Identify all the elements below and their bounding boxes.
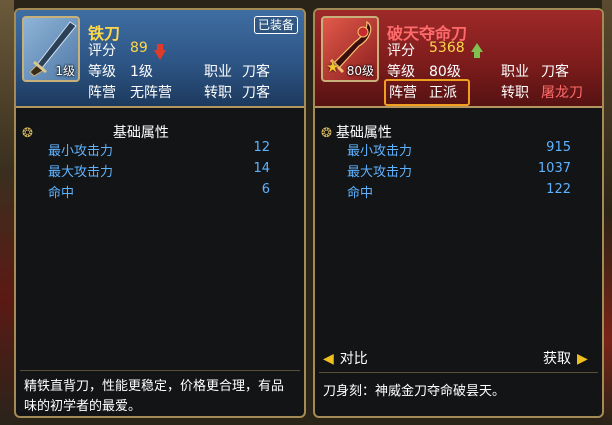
score-up-arrow-icon [471,43,483,58]
level-value: 80级 [429,64,461,80]
job-value: 屠龙刀 [541,85,583,101]
description-box: 刀身刻：神威金刀夺命破昙天。 [319,376,598,416]
level-value: 1级 [130,64,153,80]
attr-value-hit: 122 [546,182,571,197]
item-icon-iron-blade[interactable]: 1级 [22,16,80,82]
item-level-tag: 1级 [55,64,75,78]
attr-label-min-attack: 最小攻击力 [48,144,114,159]
faction-label: 阵营 [88,85,116,101]
swirl-ornament-icon: ❂ [321,126,332,141]
class-label: 职业 [204,64,232,80]
description-box: 精铁直背刀，性能更稳定，价格更合理，有品味的初学者的最爱。 [20,370,300,415]
nav-divider [319,372,598,373]
swirl-ornament-icon: ❂ [22,126,33,141]
equipped-item-card: 1级 铁刀 已装备 评分 89 等级 1级 职业 刀客 阵营 无阵营 转职 刀客… [14,8,306,418]
acquire-button[interactable]: 获取 ▶ [543,348,588,368]
attr-value-min-attack: 915 [546,140,571,155]
job-label: 转职 [204,85,232,101]
attr-label-max-attack: 最大攻击力 [347,165,413,180]
header-divider [16,106,304,108]
score-value: 5368 [429,40,465,56]
level-label: 等级 [387,64,415,80]
attr-label-hit: 命中 [48,186,75,201]
faction-value: 无阵营 [130,85,172,101]
class-value: 刀客 [242,64,270,80]
level-label: 等级 [88,64,116,80]
item-description: 精铁直背刀，性能更稳定，价格更合理，有品味的初学者的最爱。 [24,379,285,414]
equipped-badge: 已装备 [253,16,298,34]
attr-label-hit: 命中 [347,186,374,201]
attr-value-max-attack: 1037 [537,161,571,176]
score-label: 评分 [88,43,116,59]
base-attributes-title: ❂ 基础属性 [22,125,169,141]
item-icon-sky-breaker-blade[interactable]: ★ 80级 [321,16,379,82]
header-divider [315,106,602,108]
job-value: 刀客 [242,85,270,101]
faction-highlight [384,79,470,106]
attr-label-min-attack: 最小攻击力 [347,144,413,159]
score-label: 评分 [387,43,415,59]
attr-value-max-attack: 14 [253,161,270,176]
base-attributes-title: ❂ 基础属性 [321,125,392,141]
triangle-right-icon: ▶ [577,351,588,367]
attr-label-max-attack: 最大攻击力 [48,165,114,180]
class-label: 职业 [501,64,529,80]
score-down-arrow-icon [154,44,166,60]
compare-button[interactable]: ◀ 对比 [323,348,368,368]
triangle-left-icon: ◀ [323,351,334,367]
item-level-tag: 80级 [346,64,374,78]
background-left [0,0,14,425]
item-description: 刀身刻：神威金刀夺命破昙天。 [323,384,506,399]
class-value: 刀客 [541,64,569,80]
attr-value-hit: 6 [261,182,270,197]
card-header: 1级 铁刀 已装备 评分 89 等级 1级 职业 刀客 阵营 无阵营 转职 刀客 [16,10,304,106]
job-label: 转职 [501,85,529,101]
star-icon: ★ [326,58,340,76]
compared-item-card: ★ 80级 破天夺命刀 评分 5368 等级 80级 职业 刀客 阵营 正派 转… [313,8,604,418]
score-value: 89 [130,40,148,56]
attr-value-min-attack: 12 [253,140,270,155]
